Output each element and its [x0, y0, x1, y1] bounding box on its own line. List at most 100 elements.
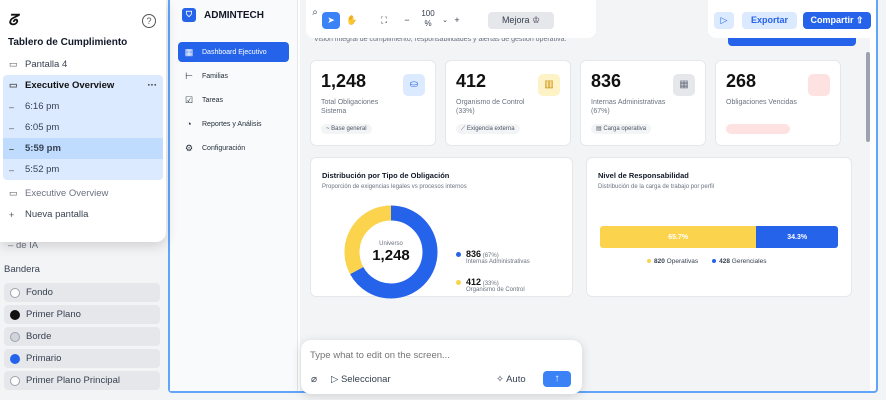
- preview-play-icon[interactable]: ▷: [714, 12, 734, 29]
- gear-icon: ⚙: [184, 142, 194, 153]
- sidebar-item-familias[interactable]: ⊢ Familias: [178, 66, 289, 86]
- bar-segment-gerenciales: 34.3%: [756, 226, 838, 248]
- legend-dot: [456, 280, 461, 285]
- improve-button[interactable]: Mejora ♔: [488, 12, 554, 29]
- stat-value: 1,248: [321, 71, 367, 91]
- select-button[interactable]: ▷ Seleccionar: [331, 374, 391, 385]
- improve-label: Mejora: [501, 15, 530, 25]
- version-item[interactable]: –6:05 pm: [3, 117, 163, 138]
- sidebar-item-label: Tareas: [202, 96, 224, 104]
- edit-prompt: ⌀ ▷ Seleccionar ✧ Auto ↑: [301, 340, 582, 394]
- properties-underlay: – de IA Bandera Fondo Primer Plano Borde…: [0, 236, 166, 390]
- legend-value: 836: [466, 249, 482, 259]
- stat-label: Internas Administrativas (67%): [591, 99, 666, 115]
- plus-icon: +: [9, 209, 15, 220]
- more-icon[interactable]: ···: [148, 80, 158, 91]
- properties-panel: – de IA Bandera Fondo Primer Plano Borde…: [0, 0, 168, 400]
- dash-icon: –: [9, 143, 15, 154]
- sidebar-item-tareas[interactable]: ☑ Tareas: [178, 90, 289, 110]
- popup-title: Tablero de Cumplimiento: [8, 37, 128, 48]
- share-label: Compartir: [810, 15, 854, 25]
- version-item-selected[interactable]: –5:59 pm: [3, 138, 163, 159]
- prompt-input[interactable]: [310, 348, 570, 362]
- legend-name: Organismo de Control: [466, 287, 525, 293]
- sidebar-item-reportes[interactable]: ◔ Reportes y Análisis: [178, 114, 289, 134]
- stat-tag: ⟋ Exigencia externa: [456, 124, 520, 134]
- legend-name: Gerenciales: [731, 258, 767, 265]
- screen-item-label: Pantalla 4: [25, 59, 68, 70]
- brand: ⛉ ADMINTECH: [170, 0, 297, 22]
- monitor-icon: ▭: [9, 80, 18, 90]
- sidebar-item-label: Dashboard Ejecutivo: [202, 48, 267, 56]
- new-screen-label: Nueva pantalla: [25, 209, 89, 220]
- option-label: Primer Plano Principal: [26, 375, 120, 386]
- monitor-icon: ▭: [9, 188, 18, 198]
- section-label: Bandera: [4, 264, 40, 275]
- zoom-in-button[interactable]: +: [452, 12, 462, 29]
- zoom-unit: %: [424, 19, 432, 28]
- hand-tool-icon[interactable]: ✋: [344, 12, 360, 29]
- upload-icon: ⇧: [855, 15, 864, 25]
- option-fondo[interactable]: Fondo: [4, 283, 160, 302]
- legend-dot: [712, 259, 717, 263]
- stat-value: 836: [591, 71, 622, 91]
- zoom-out-button[interactable]: −: [402, 12, 412, 29]
- stat-label: Obligaciones Vencidas: [726, 99, 797, 106]
- stat-card: 268 Obligaciones Vencidas: [715, 60, 841, 146]
- auto-mode-button[interactable]: ✧ Auto: [496, 374, 526, 385]
- pointer-tool-icon[interactable]: ➤: [322, 12, 340, 29]
- stat-tag: ▤ Carga operativa: [591, 124, 652, 134]
- stat-card: 412 Organismo de Control (33%) ⟋ Exigenc…: [445, 60, 571, 146]
- select-label: Seleccionar: [340, 374, 391, 385]
- zoom-dropdown-icon[interactable]: ⌄: [440, 12, 450, 29]
- zoom-level: 100%: [416, 9, 440, 29]
- screen-group-head[interactable]: ▭ Executive Overview ···: [3, 75, 163, 96]
- legend-value: 820: [654, 258, 665, 265]
- stat-label: Total Obligaciones Sistema: [321, 99, 379, 115]
- share-button[interactable]: Compartir ⇧: [803, 12, 871, 29]
- zoom-value: 100: [421, 9, 435, 18]
- checkbox-icon: ☑: [184, 94, 194, 105]
- stat-value: 268: [726, 71, 757, 91]
- attach-icon[interactable]: ⌀: [311, 374, 317, 385]
- version-item[interactable]: –5:52 pm: [3, 159, 163, 180]
- alert-icon: [808, 74, 830, 96]
- sidebar-item-configuracion[interactable]: ⚙ Configuración: [178, 138, 289, 158]
- help-icon[interactable]: ?: [142, 13, 156, 28]
- scrollbar[interactable]: [866, 52, 870, 142]
- briefcase-icon: ⛀: [403, 74, 425, 96]
- option-primer-plano[interactable]: Primer Plano: [4, 305, 160, 324]
- search-icon[interactable]: ⌕: [310, 4, 320, 21]
- legend-item: 428 Gerenciales: [712, 258, 766, 265]
- version-item[interactable]: –6:16 pm: [3, 96, 163, 117]
- sidebar-item-dashboard[interactable]: ▦ Dashboard Ejecutivo: [178, 42, 289, 62]
- app-preview: ⛉ ADMINTECH ▦ Dashboard Ejecutivo ⊢ Familia…: [168, 0, 878, 393]
- option-primario[interactable]: Primario: [4, 349, 160, 368]
- card-title: Nivel de Responsabilidad: [598, 171, 689, 180]
- option-primer-plano-principal[interactable]: Primer Plano Principal: [4, 371, 160, 390]
- legend-name: Operativas: [666, 258, 699, 265]
- new-screen-button[interactable]: + Nueva pantalla: [0, 204, 166, 225]
- screen-item[interactable]: ▭ Executive Overview: [0, 183, 166, 204]
- screen-item[interactable]: ▭ Pantalla 4: [0, 54, 166, 75]
- card-title: Distribución por Tipo de Obligación: [322, 171, 450, 180]
- responsibility-card: Nivel de Responsabilidad Distribución de…: [586, 157, 852, 297]
- legend-item: 836 (67%) Internas Administrativas: [456, 249, 530, 265]
- export-button[interactable]: Exportar: [742, 12, 797, 29]
- stat-card: 1,248 Total Obligaciones Sistema ~ Base …: [310, 60, 436, 146]
- sidebar: ⛉ ADMINTECH ▦ Dashboard Ejecutivo ⊢ Familia…: [170, 0, 298, 391]
- card-subtitle: Proporción de exigencias legales vs proc…: [322, 184, 467, 190]
- option-label: Primer Plano: [26, 309, 81, 320]
- dash-icon: –: [9, 164, 15, 175]
- send-button[interactable]: ↑: [543, 371, 571, 387]
- stat-tag: [726, 124, 790, 134]
- swatch-icon: [10, 331, 20, 342]
- stat-card: 836 Internas Administrativas (67%) ▤ Car…: [580, 60, 706, 146]
- option-label: Borde: [26, 331, 52, 342]
- stat-value: 412: [456, 71, 487, 91]
- swatch-icon: [10, 287, 20, 298]
- option-borde[interactable]: Borde: [4, 327, 160, 346]
- fit-screen-icon[interactable]: ⛶: [376, 12, 392, 29]
- pointer-icon: ▷: [331, 374, 339, 385]
- screen-group: ▭ Executive Overview ··· –6:16 pm –6:05 pm…: [3, 75, 163, 180]
